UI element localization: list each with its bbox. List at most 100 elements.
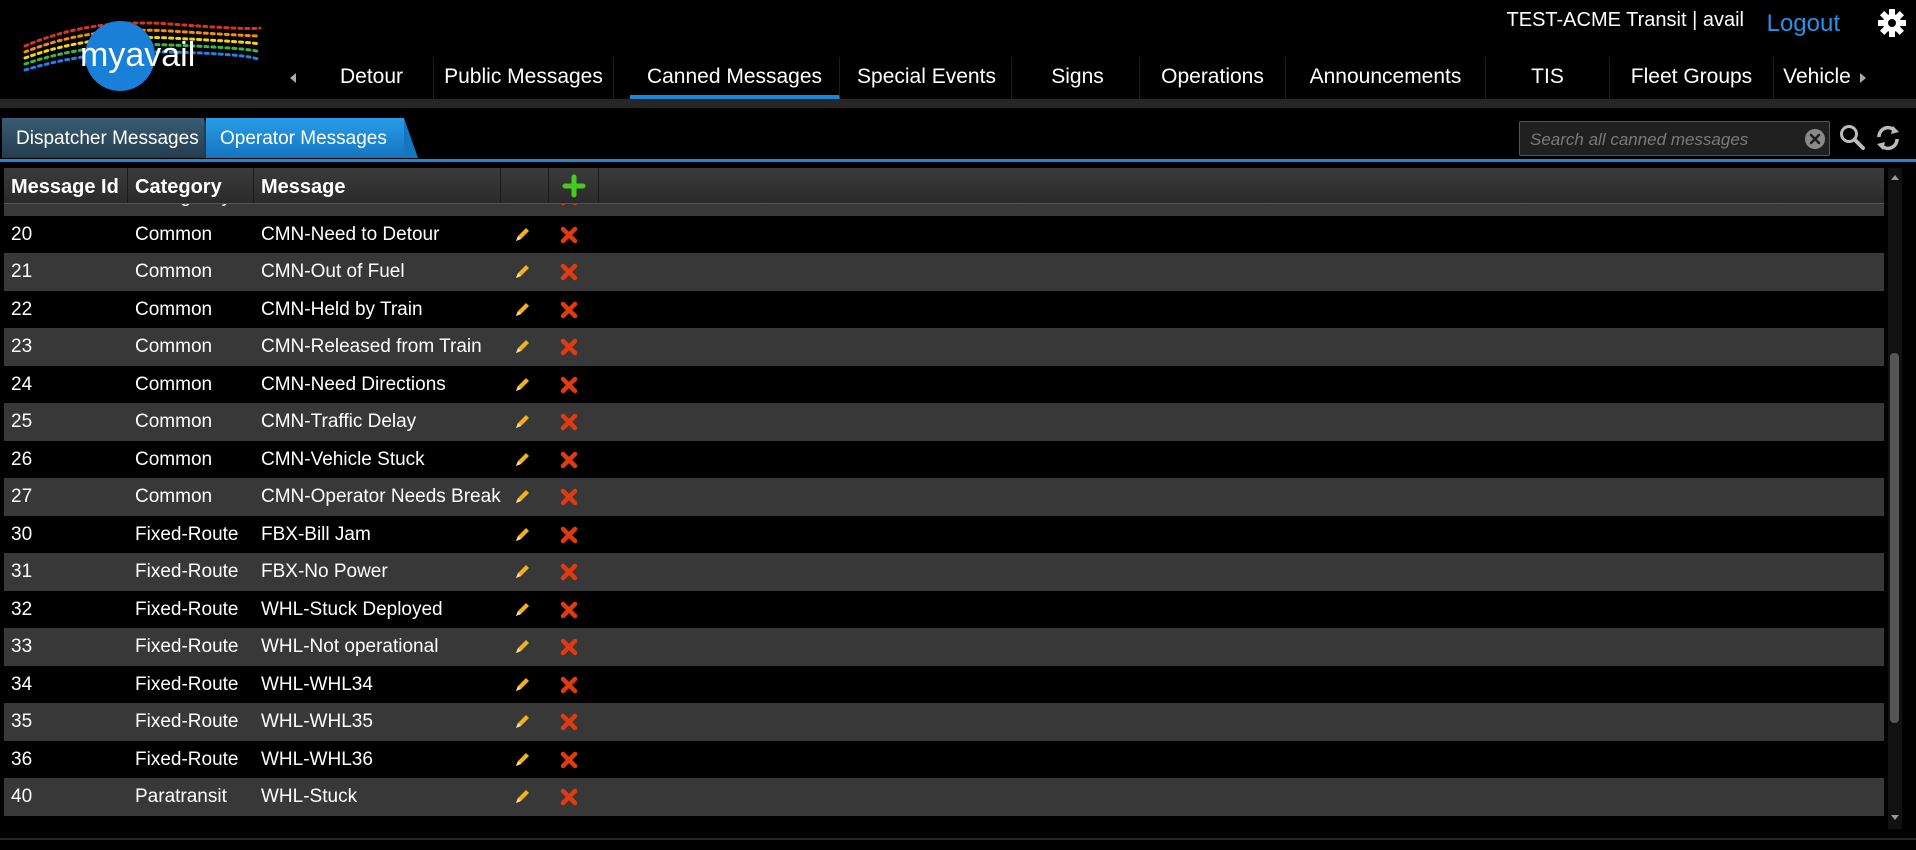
x-icon[interactable] (559, 300, 579, 320)
pencil-icon[interactable] (512, 562, 532, 582)
table-body: 8 Emergency EMR-EMR8 20 Common CMN-Need to De… (4, 204, 1884, 829)
table-row[interactable]: 36 Fixed-Route WHL-WHL36 (4, 740, 1884, 778)
table-row[interactable]: 35 Fixed-Route WHL-WHL35 (4, 703, 1884, 741)
table-row[interactable]: 26 Common CMN-Vehicle Stuck (4, 440, 1884, 478)
column-header-message[interactable]: Message (254, 168, 501, 203)
row-message: FBX-No Power (261, 561, 388, 582)
search-input[interactable] (1528, 126, 1792, 154)
x-icon[interactable] (559, 262, 579, 282)
pencil-icon[interactable] (512, 300, 532, 320)
tab-detour[interactable]: Detour (310, 57, 434, 100)
x-icon[interactable] (559, 675, 579, 695)
x-icon[interactable] (559, 787, 579, 807)
x-icon[interactable] (559, 750, 579, 770)
tab-announcements[interactable]: Announcements (1286, 57, 1486, 100)
table-row[interactable]: 23 Common CMN-Released from Train (4, 328, 1884, 366)
tab-dispatcher-messages[interactable]: Dispatcher Messages (2, 118, 218, 158)
tab-fleet-groups[interactable]: Fleet Groups (1610, 57, 1774, 100)
header: myavail TEST-ACME Transit | avail Logout… (0, 0, 1916, 100)
row-id: 24 (11, 373, 33, 395)
row-category: Common (135, 411, 213, 432)
pencil-icon[interactable] (512, 412, 532, 432)
row-category: Fixed-Route (135, 748, 239, 770)
gear-icon[interactable] (1878, 9, 1906, 37)
pencil-icon[interactable] (512, 450, 532, 470)
table-row[interactable]: 40 Paratransit WHL-Stuck (4, 778, 1884, 816)
table-row[interactable]: 31 Fixed-Route FBX-No Power (4, 553, 1884, 591)
x-icon[interactable] (559, 525, 579, 545)
row-id: 40 (11, 786, 33, 807)
x-icon[interactable] (559, 412, 579, 432)
tab-vehicle[interactable]: Vehicle (1774, 57, 1860, 100)
x-icon[interactable] (559, 562, 579, 582)
tab-operator-messages[interactable]: Operator Messages (206, 118, 418, 158)
row-message: WHL-WHL36 (261, 748, 373, 770)
tab-signs[interactable]: Signs (1016, 57, 1140, 100)
pencil-icon[interactable] (512, 204, 532, 207)
column-header-message-id[interactable]: Message Id (4, 168, 128, 203)
pencil-icon[interactable] (512, 375, 532, 395)
column-header-category[interactable]: Category (128, 168, 254, 203)
row-category: Fixed-Route (135, 636, 239, 657)
row-category: Common (135, 448, 213, 470)
table-row[interactable]: 30 Fixed-Route FBX-Bill Jam (4, 515, 1884, 553)
table-row[interactable]: 21 Common CMN-Out of Fuel (4, 253, 1884, 291)
row-category: Fixed-Route (135, 711, 239, 732)
x-icon[interactable] (559, 487, 579, 507)
pencil-icon[interactable] (512, 637, 532, 657)
nav-scroll-right-icon[interactable] (1856, 66, 1870, 90)
tab-operations[interactable]: Operations (1140, 57, 1286, 100)
scroll-thumb[interactable] (1890, 353, 1899, 723)
tab-special-events[interactable]: Special Events (842, 57, 1012, 100)
pencil-icon[interactable] (512, 600, 532, 620)
table-row[interactable]: 24 Common CMN-Need Directions (4, 365, 1884, 403)
pencil-icon[interactable] (512, 225, 532, 245)
pencil-icon[interactable] (512, 750, 532, 770)
pencil-icon[interactable] (512, 787, 532, 807)
x-icon[interactable] (559, 204, 579, 207)
x-icon[interactable] (559, 600, 579, 620)
row-id: 22 (11, 298, 33, 320)
row-category: Common (135, 336, 213, 357)
table-header: Message Id Category Message (4, 168, 1884, 204)
row-category: Fixed-Route (135, 523, 239, 545)
myavail-logo: myavail (23, 21, 262, 91)
x-icon[interactable] (559, 712, 579, 732)
clear-icon[interactable] (1803, 127, 1827, 151)
x-icon[interactable] (559, 637, 579, 657)
column-header-edit (501, 168, 549, 203)
table-row[interactable]: 32 Fixed-Route WHL-Stuck Deployed (4, 590, 1884, 628)
table-row[interactable]: 27 Common CMN-Operator Needs Break (4, 478, 1884, 516)
row-category: Fixed-Route (135, 598, 239, 620)
x-icon[interactable] (559, 337, 579, 357)
row-category: Common (135, 298, 213, 320)
table-row[interactable]: 25 Common CMN-Traffic Delay (4, 403, 1884, 441)
table-row[interactable]: 34 Fixed-Route WHL-WHL34 (4, 665, 1884, 703)
table-row[interactable]: 33 Fixed-Route WHL-Not operational (4, 628, 1884, 666)
table-row[interactable]: 22 Common CMN-Held by Train (4, 290, 1884, 328)
pencil-icon[interactable] (512, 675, 532, 695)
x-icon[interactable] (559, 225, 579, 245)
x-icon[interactable] (559, 450, 579, 470)
table-scrollbar[interactable] (1888, 168, 1902, 829)
pencil-icon[interactable] (512, 337, 532, 357)
row-id: 21 (11, 261, 33, 282)
logout-link[interactable]: Logout (1767, 10, 1840, 38)
tab-public-messages[interactable]: Public Messages (434, 57, 614, 100)
refresh-icon[interactable] (1873, 123, 1903, 153)
pencil-icon[interactable] (512, 262, 532, 282)
table-row[interactable]: 8 Emergency EMR-EMR8 (4, 204, 1884, 216)
plus-icon[interactable] (562, 174, 586, 198)
scroll-up-icon[interactable] (1888, 172, 1902, 182)
tab-tis[interactable]: TIS (1486, 57, 1610, 100)
table-row[interactable]: 20 Common CMN-Need to Detour (4, 215, 1884, 253)
nav-scroll-left-icon[interactable] (286, 66, 300, 90)
pencil-icon[interactable] (512, 525, 532, 545)
pencil-icon[interactable] (512, 487, 532, 507)
tab-canned-messages[interactable]: Canned Messages (630, 57, 840, 100)
x-icon[interactable] (559, 375, 579, 395)
row-category: Emergency (135, 204, 231, 216)
scroll-down-icon[interactable] (1888, 813, 1902, 823)
pencil-icon[interactable] (512, 712, 532, 732)
search-icon[interactable] (1838, 123, 1866, 151)
